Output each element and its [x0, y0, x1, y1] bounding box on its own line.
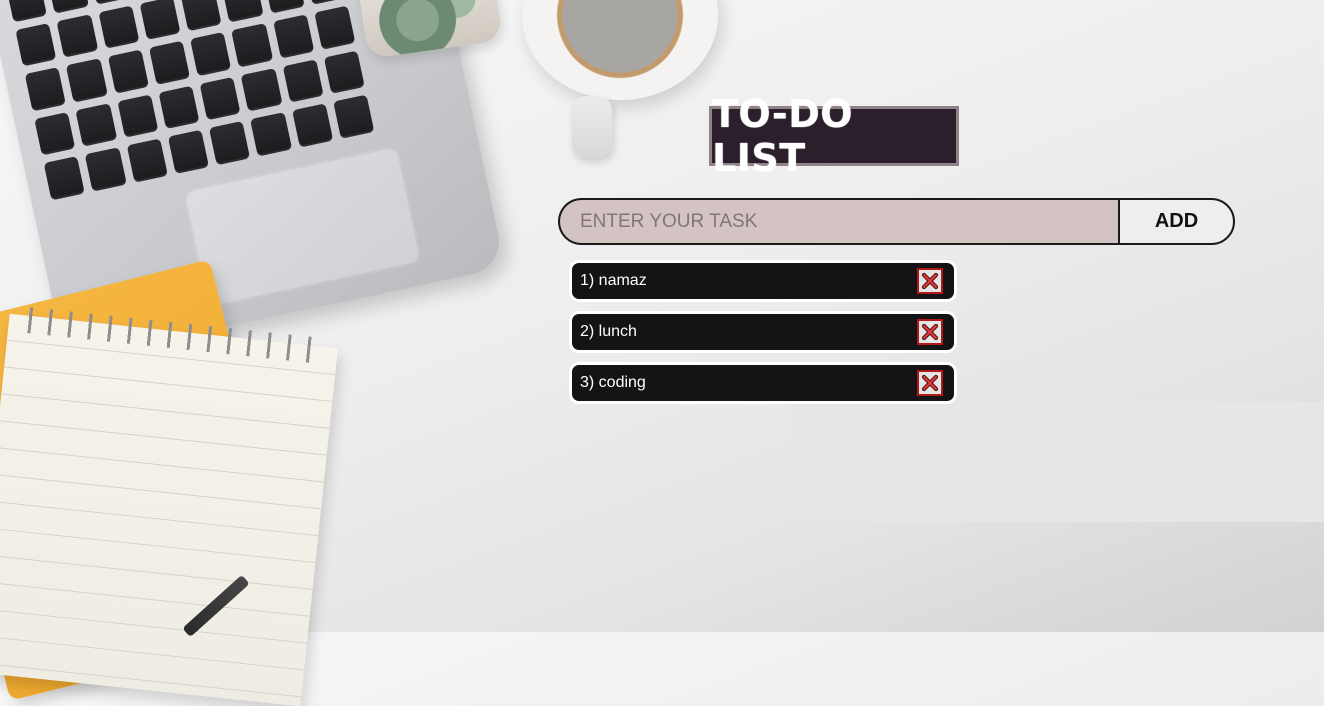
- page-title: TO-DO LIST: [709, 92, 959, 180]
- notepad-image: [0, 313, 338, 706]
- task-label: 2) lunch: [580, 323, 637, 340]
- succulent-plant-image: [357, 0, 503, 60]
- task-list: 1) namaz 2) lunch 3) coding: [569, 260, 957, 413]
- close-x-icon: [921, 323, 939, 341]
- task-input[interactable]: [558, 198, 1118, 245]
- task-label: 1) namaz: [580, 272, 647, 289]
- delete-task-button[interactable]: [917, 268, 943, 294]
- coffee-cup-handle: [572, 96, 612, 158]
- add-task-button[interactable]: ADD: [1118, 198, 1235, 245]
- task-item: 3) coding: [569, 362, 957, 404]
- background-panel: [790, 402, 1324, 522]
- laptop-trackpad: [182, 145, 423, 309]
- coffee-cup-image: [522, 0, 718, 100]
- delete-task-button[interactable]: [917, 319, 943, 345]
- delete-task-button[interactable]: [917, 370, 943, 396]
- close-x-icon: [921, 272, 939, 290]
- task-item: 1) namaz: [569, 260, 957, 302]
- task-item: 2) lunch: [569, 311, 957, 353]
- task-label: 3) coding: [580, 374, 646, 391]
- task-form: ADD: [558, 198, 1235, 245]
- close-x-icon: [921, 374, 939, 392]
